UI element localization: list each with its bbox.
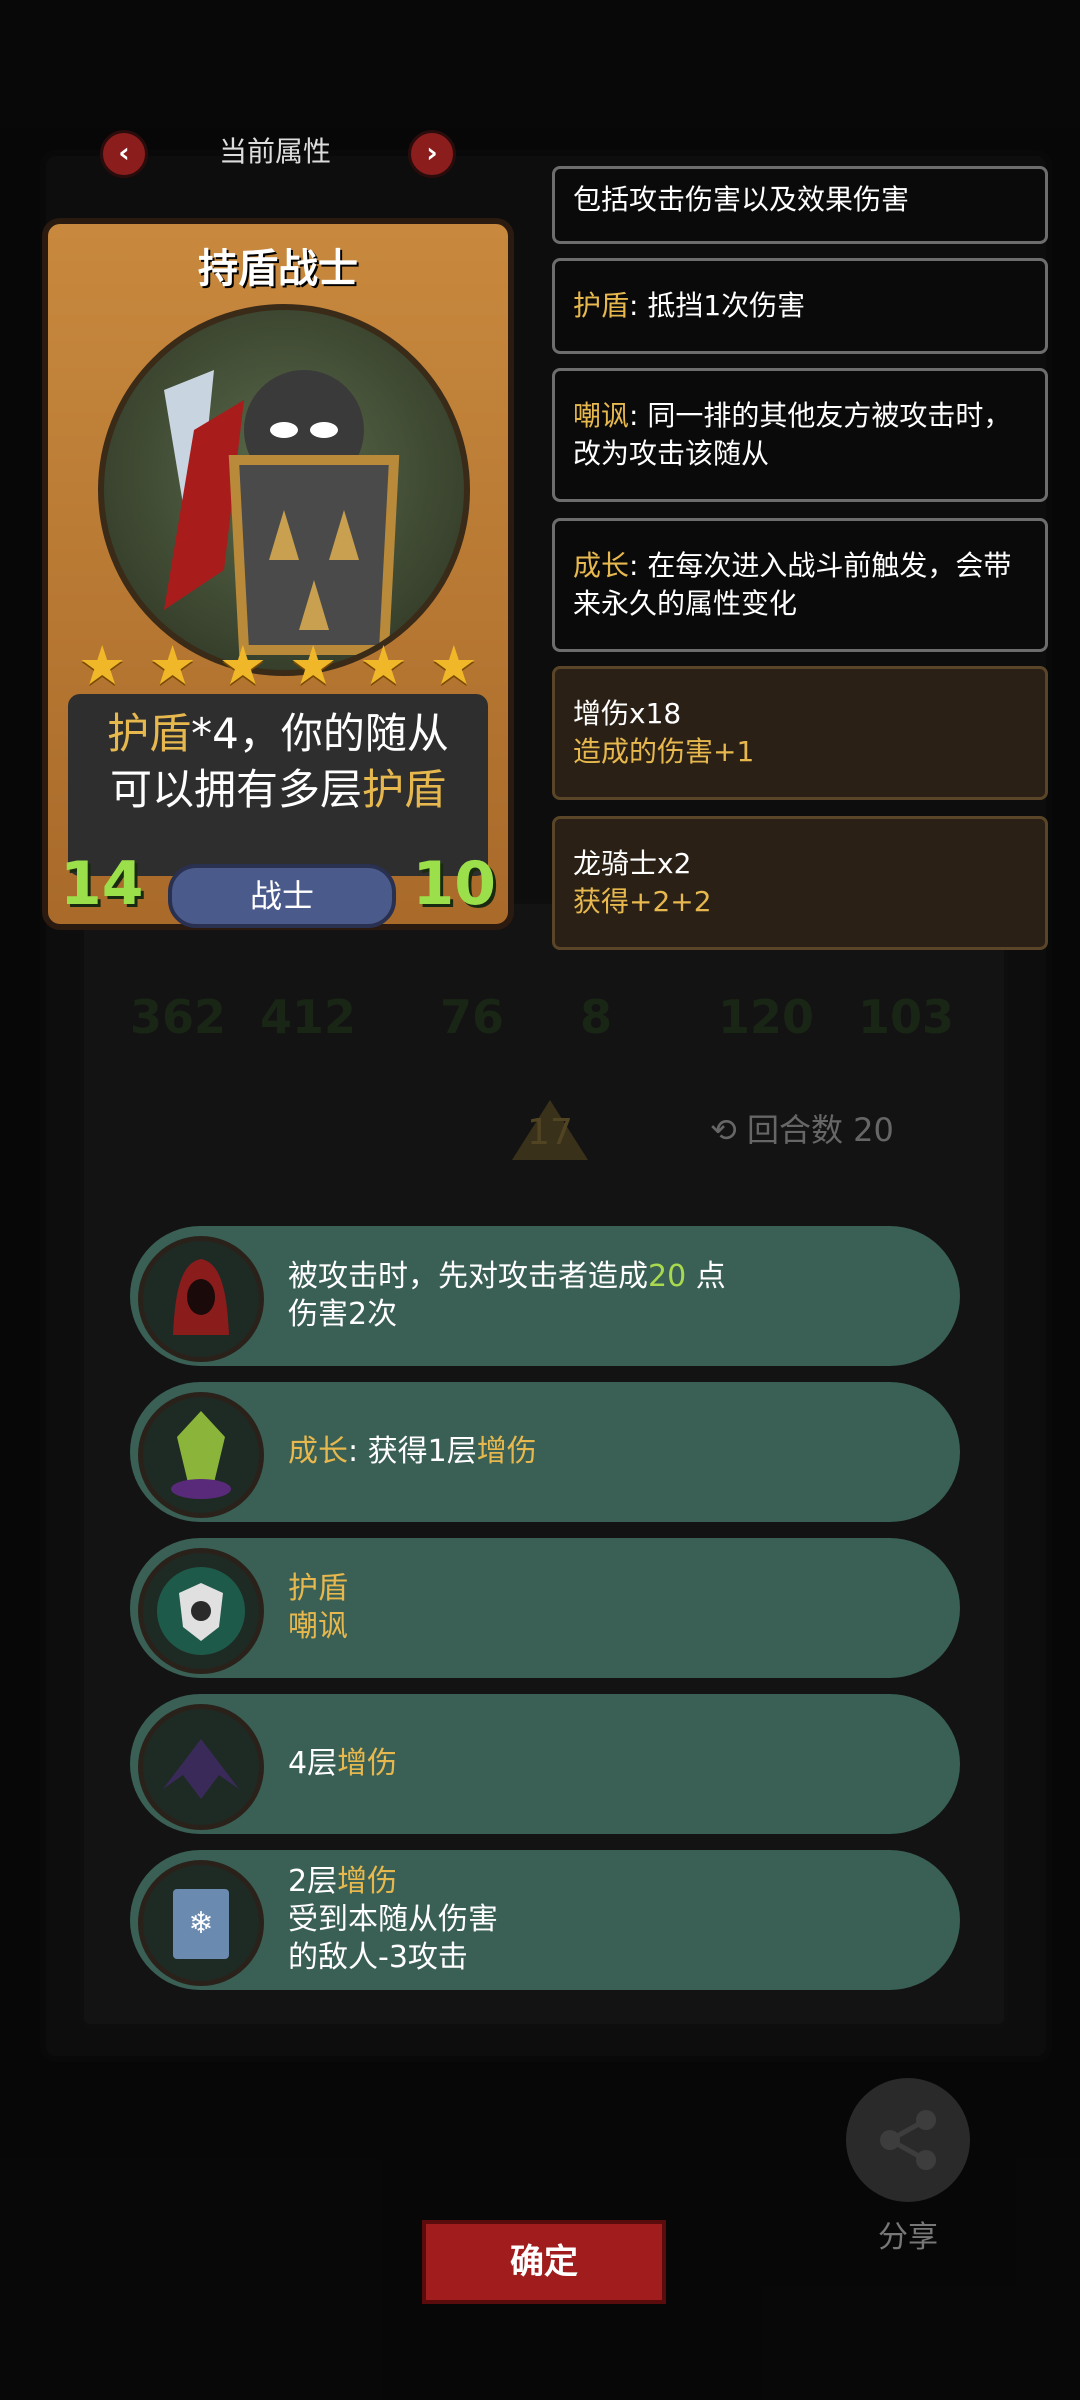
frost-book-icon: ❄ <box>138 1860 264 1986</box>
attack-value: 14 <box>60 849 144 919</box>
star-icon: ★ <box>148 634 197 697</box>
panel-effect: 造成的伤害+1 <box>573 735 755 768</box>
panel-text: 增伤x18 <box>573 697 682 730</box>
skill-row: 被攻击时，先对攻击者造成20 点 伤害2次 <box>130 1226 960 1366</box>
panel-text: 包括攻击伤害以及效果伤害 <box>573 183 910 216</box>
panel-keyword: 嘲讽 <box>573 399 630 432</box>
round-counter: ⟲ 回合数 20 <box>710 1105 894 1151</box>
green-crystal-icon <box>138 1392 264 1518</box>
unit-card: 持盾战士 ★ ★ ★ ★ ★ ★ 护盾*4，你的随从 可以拥有多层护盾 14 战士 10 <box>42 218 514 930</box>
skill-desc: 受到本随从伤害 <box>288 1902 498 1937</box>
shield-knight-icon <box>164 370 400 655</box>
red-hood-icon <box>138 1236 264 1362</box>
level-badge: 17 <box>510 1098 590 1162</box>
star-icon: ★ <box>218 634 268 697</box>
refresh-icon: ⟲ <box>710 1111 737 1149</box>
shield-taunt-icon <box>138 1548 264 1674</box>
keyword-shield: 护盾 <box>362 765 447 814</box>
skill-keyword: 增伤 <box>337 1864 398 1899</box>
round-value: 20 <box>853 1111 894 1149</box>
skill-row: ❄ 2层增伤 受到本随从伤害 的敌人-3攻击 <box>130 1850 960 1990</box>
skill-text: 成长: 获得1层增伤 <box>288 1382 537 1522</box>
skill-number: 20 <box>648 1259 687 1294</box>
skill-desc: 的敌人-3攻击 <box>288 1940 468 1975</box>
share-label: 分享 <box>878 2220 938 2255</box>
skill-desc: 2层 <box>288 1864 338 1899</box>
panel-text: : 抵挡1次伤害 <box>629 289 806 322</box>
star-icon: ★ <box>359 634 408 697</box>
skill-text: 被攻击时，先对攻击者造成20 点 伤害2次 <box>288 1226 726 1366</box>
keyword-panel: 包括攻击伤害以及效果伤害 <box>552 166 1048 244</box>
skill-desc: : 获得1层 <box>348 1434 477 1469</box>
skill-keyword: 增伤 <box>476 1434 537 1469</box>
panel-keyword: 成长 <box>573 549 630 582</box>
desc-text: *4，你的随从 <box>191 709 449 758</box>
health-value: 10 <box>412 849 497 919</box>
panel-text: : 在每次进入战斗前触发，会带来永久的属性变化 <box>573 549 1012 620</box>
skill-keyword: 护盾 <box>288 1571 348 1606</box>
skill-text: 4层增伤 <box>288 1694 397 1834</box>
shield-warrior-portrait <box>98 304 470 676</box>
dark-wings-icon <box>138 1704 264 1830</box>
skill-text: 2层增伤 受到本随从伤害 的敌人-3攻击 <box>288 1850 498 1990</box>
skill-text: 护盾 嘲讽 <box>288 1538 348 1678</box>
panel-keyword: 护盾 <box>573 289 630 322</box>
class-badge: 战士 <box>168 864 396 928</box>
buff-panel-dragon-knight: 龙骑士x2 获得+2+2 <box>552 816 1048 950</box>
keyword-panel-shield: 护盾: 抵挡1次伤害 <box>552 258 1048 354</box>
desc-text: 可以拥有多层 <box>109 765 362 814</box>
page-title: 当前属性 <box>218 135 331 168</box>
skill-keyword: 成长 <box>288 1434 348 1469</box>
share-icon <box>880 2110 936 2170</box>
skill-keyword: 增伤 <box>337 1746 398 1781</box>
star-rating: ★ ★ ★ ★ ★ ★ <box>78 634 478 697</box>
svg-text:❄: ❄ <box>188 1906 213 1941</box>
skill-row: 成长: 获得1层增伤 <box>130 1382 960 1522</box>
keyword-shield: 护盾 <box>107 709 192 758</box>
share-button[interactable] <box>846 2078 970 2202</box>
skill-desc: 点 <box>695 1259 726 1294</box>
keyword-panel-growth: 成长: 在每次进入战斗前触发，会带来永久的属性变化 <box>552 518 1048 652</box>
prev-arrow-button[interactable]: ‹ <box>100 130 148 178</box>
panel-effect: 获得+2+2 <box>573 885 712 918</box>
next-arrow-button[interactable]: › <box>408 130 456 178</box>
keyword-panel-taunt: 嘲讽: 同一排的其他友方被攻击时，改为攻击该随从 <box>552 368 1048 502</box>
skill-desc: 伤害2次 <box>288 1297 398 1332</box>
confirm-button[interactable]: 确定 <box>422 2220 666 2304</box>
panel-text: : 同一排的其他友方被攻击时，改为攻击该随从 <box>573 399 1012 470</box>
level-value: 17 <box>527 1112 573 1153</box>
star-icon: ★ <box>78 634 127 697</box>
star-icon: ★ <box>288 634 338 697</box>
skill-desc: 被攻击时，先对攻击者造成 <box>288 1259 648 1294</box>
round-label: 回合数 <box>746 1111 843 1149</box>
skill-row: 4层增伤 <box>130 1694 960 1834</box>
skill-keyword: 嘲讽 <box>288 1609 348 1644</box>
card-name: 持盾战士 <box>198 246 358 292</box>
panel-text: 龙骑士x2 <box>573 847 692 880</box>
skill-row: 护盾 嘲讽 <box>130 1538 960 1678</box>
skill-desc: 4层 <box>288 1746 338 1781</box>
star-icon: ★ <box>429 634 478 697</box>
buff-panel-damage: 增伤x18 造成的伤害+1 <box>552 666 1048 800</box>
